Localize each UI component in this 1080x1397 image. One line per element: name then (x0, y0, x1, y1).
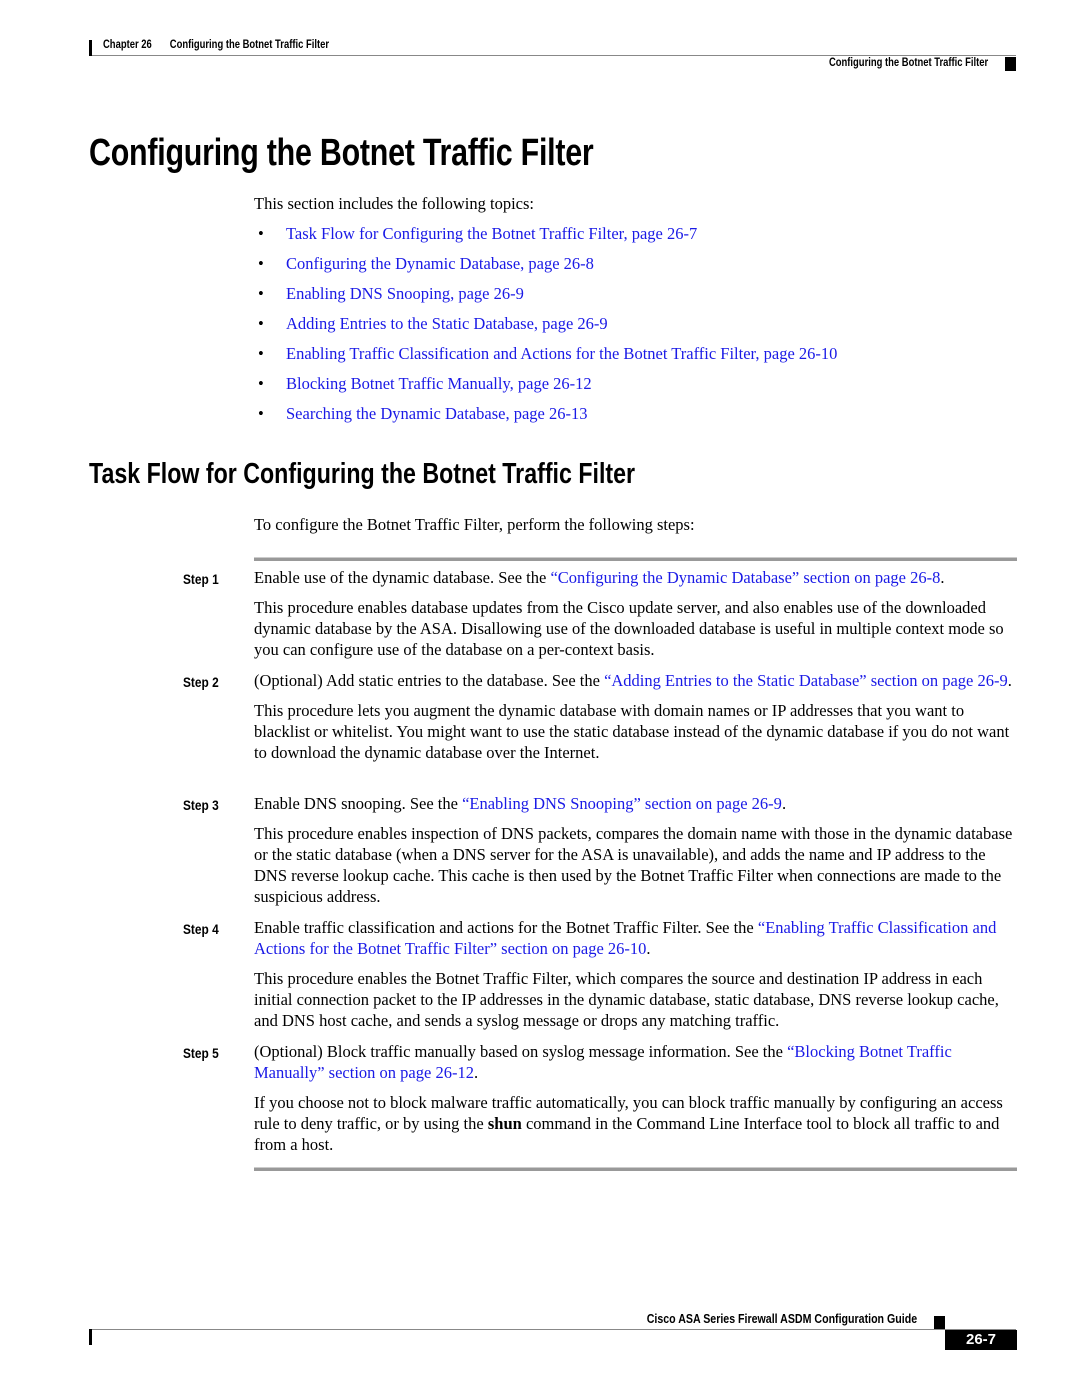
step-tail: . (473, 1063, 479, 1082)
header-marker-square (1005, 57, 1016, 71)
step-1: Enable use of the dynamic database. See … (254, 567, 1018, 660)
topic-item: • Task Flow for Configuring the Botnet Tr… (254, 223, 837, 253)
step-instruction: (Optional) Add static entries to the dat… (254, 670, 1018, 691)
topic-link[interactable]: Adding Entries to the Static Database, p… (286, 314, 608, 333)
footer-margin-bar (89, 1329, 92, 1345)
step-detail: This procedure enables inspection of DNS… (254, 824, 1013, 906)
bullet-icon: • (258, 254, 264, 273)
intro-text: This section includes the following topi… (254, 194, 535, 213)
topic-item: • Enabling DNS Snooping, page 26-9 (254, 283, 837, 313)
footer-marker-square (934, 1316, 945, 1330)
step-detail: This procedure lets you augment the dyna… (254, 701, 1010, 762)
topic-link[interactable]: Configuring the Dynamic Database, page 2… (286, 254, 594, 273)
topic-item: • Searching the Dynamic Database, page 26… (254, 403, 837, 433)
bullet-icon: • (258, 404, 264, 423)
step-instruction: (Optional) Block traffic manually based … (254, 1041, 1018, 1083)
step-label: Step 2 (183, 674, 219, 690)
topic-link[interactable]: Enabling Traffic Classification and Acti… (286, 344, 837, 363)
step-label: Step 4 (183, 921, 219, 937)
step-label: Step 1 (183, 571, 219, 587)
step-instruction: Enable use of the dynamic database. See … (254, 567, 1018, 588)
procedure-top-rule (254, 557, 1017, 561)
step-4: Enable traffic classification and action… (254, 917, 1018, 1031)
step-detail: If you choose not to block malware traff… (254, 1092, 1018, 1155)
topic-item: • Configuring the Dynamic Database, page … (254, 253, 837, 283)
bullet-icon: • (258, 344, 264, 363)
step-tail: . (940, 568, 945, 587)
bullet-icon: • (258, 224, 264, 243)
guide-title: Cisco ASA Series Firewall ASDM Configura… (646, 1312, 917, 1326)
bullet-icon: • (258, 314, 264, 333)
chapter-label: Chapter 26 (103, 39, 152, 51)
step-5: (Optional) Block traffic manually based … (254, 1041, 1018, 1155)
page-number: 26-7 (945, 1330, 1017, 1350)
header-rule (92, 55, 1016, 56)
step-lead: (Optional) Block traffic manually based … (254, 1042, 788, 1061)
topic-link[interactable]: Blocking Botnet Traffic Manually, page 2… (286, 374, 592, 393)
step-2: (Optional) Add static entries to the dat… (254, 670, 1018, 763)
step-lead: Enable use of the dynamic database. See … (254, 568, 551, 587)
bullet-icon: • (258, 374, 264, 393)
header-chapter: Chapter 26 Configuring the Botnet Traffic… (103, 39, 329, 51)
step-label: Step 5 (183, 1045, 219, 1061)
section-intro: To configure the Botnet Traffic Filter, … (254, 515, 695, 534)
step-3: Enable DNS snooping. See the “Enabling D… (254, 793, 1018, 907)
topic-link[interactable]: Enabling DNS Snooping, page 26-9 (286, 284, 524, 303)
step-instruction: Enable traffic classification and action… (254, 917, 1018, 959)
topic-item: • Adding Entries to the Static Database, … (254, 313, 837, 343)
step-link[interactable]: “Configuring the Dynamic Database” secti… (550, 568, 940, 587)
running-title: Configuring the Botnet Traffic Filter (828, 57, 988, 69)
topic-item: • Blocking Botnet Traffic Manually, page … (254, 373, 837, 403)
step-link[interactable]: “Enabling DNS Snooping” section on page … (462, 794, 782, 813)
topic-item: • Enabling Traffic Classification and Act… (254, 343, 837, 373)
step-tail: . (781, 794, 787, 813)
step-detail: This procedure enables database updates … (254, 598, 1004, 659)
step-lead: (Optional) Add static entries to the dat… (254, 671, 605, 690)
step-link[interactable]: “Adding Entries to the Static Database” … (604, 671, 1008, 690)
step-lead: Enable DNS snooping. See the (254, 794, 463, 813)
bullet-icon: • (258, 284, 264, 303)
topic-list: • Task Flow for Configuring the Botnet Tr… (254, 223, 837, 433)
procedure-bottom-rule (254, 1167, 1017, 1171)
section-title: Task Flow for Configuring the Botnet Tra… (89, 458, 636, 490)
step-label: Step 3 (183, 797, 219, 813)
command-name: shun (487, 1114, 522, 1133)
footer-rule (92, 1329, 1016, 1330)
step-lead: Enable traffic classification and action… (254, 918, 758, 937)
chapter-title: Configuring the Botnet Traffic Filter (169, 39, 330, 51)
topic-link[interactable]: Task Flow for Configuring the Botnet Tra… (286, 224, 697, 243)
step-tail: . (1007, 671, 1012, 690)
header-margin-bar (89, 40, 92, 56)
step-instruction: Enable DNS snooping. See the “Enabling D… (254, 793, 1018, 814)
topic-link[interactable]: Searching the Dynamic Database, page 26-… (286, 404, 587, 423)
step-tail: . (646, 939, 651, 958)
page-title: Configuring the Botnet Traffic Filter (89, 132, 594, 174)
step-detail: This procedure enables the Botnet Traffi… (254, 969, 999, 1030)
